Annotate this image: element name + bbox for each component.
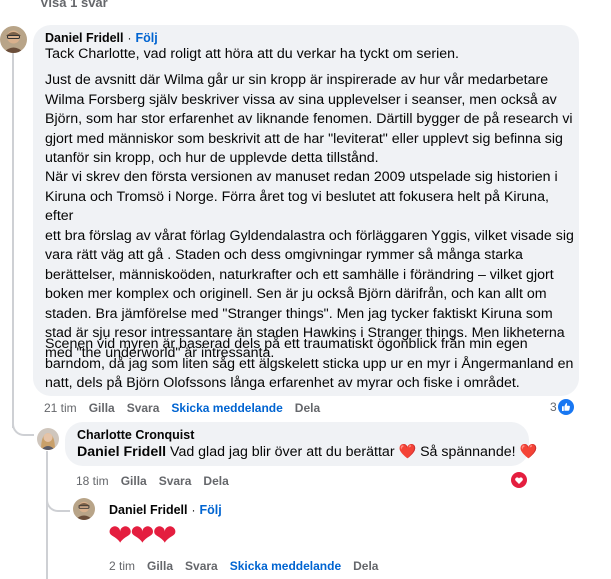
comment-actions: 18 tim Gilla Svara Dela <box>76 474 241 488</box>
like-button[interactable]: Gilla <box>147 559 173 573</box>
avatar-image <box>37 428 59 450</box>
comment-author[interactable]: Daniel Fridell <box>109 503 188 517</box>
comment-paragraph: När vi skrev den första versionen av man… <box>45 169 574 361</box>
comment-timestamp[interactable]: 18 tim <box>76 474 109 488</box>
reaction-count: 3 <box>550 400 557 414</box>
comment-timestamp[interactable]: 2 tim <box>109 559 135 573</box>
avatar-charlotte[interactable] <box>37 428 59 450</box>
share-button[interactable]: Dela <box>295 401 320 415</box>
avatar-image <box>73 498 95 520</box>
comment-bubble-daniel: Daniel Fridell · Följ Tack Charlotte, va… <box>33 25 579 396</box>
comment-author[interactable]: Daniel Fridell <box>45 31 124 45</box>
heart-icon <box>511 472 527 488</box>
reaction-summary[interactable]: 3 <box>550 399 574 415</box>
thread-line-curve <box>12 412 34 436</box>
reply-button[interactable]: Svara <box>185 559 218 573</box>
share-button[interactable]: Dela <box>353 559 378 573</box>
comment-author[interactable]: Charlotte Cronquist <box>77 428 194 442</box>
comment-actions: 2 tim Gilla Svara Skicka meddelande Dela <box>109 559 390 573</box>
avatar-image <box>0 26 27 53</box>
like-reaction-icon <box>557 399 574 415</box>
comment-bubble-charlotte: Charlotte Cronquist Daniel Fridell Vad g… <box>65 422 537 466</box>
share-button[interactable]: Dela <box>203 474 228 488</box>
view-replies-link[interactable]: Visa 1 svar <box>40 0 108 10</box>
send-message-button[interactable]: Skicka meddelande <box>230 559 341 573</box>
comment-text: Vad glad jag blir över att du berättar ❤… <box>166 444 538 460</box>
avatar-daniel-reply[interactable] <box>73 498 95 520</box>
follow-button[interactable]: Följ <box>136 31 158 45</box>
comment-paragraph: Just de avsnitt där Wilma går ur sin kro… <box>45 72 573 166</box>
like-button[interactable]: Gilla <box>89 401 115 415</box>
separator-dot: · <box>127 31 132 45</box>
love-reaction-icon[interactable] <box>511 472 527 493</box>
separator-dot: · <box>191 503 196 517</box>
comment-actions: 21 tim Gilla Svara Skicka meddelande Del… <box>44 401 332 415</box>
thread-line-main <box>12 52 14 428</box>
comment-timestamp[interactable]: 21 tim <box>44 401 77 415</box>
thread-line-sub-curve <box>46 488 70 512</box>
thread-line-sub <box>46 451 48 579</box>
reply-button[interactable]: Svara <box>159 474 192 488</box>
avatar-daniel[interactable] <box>0 26 27 53</box>
mention-link[interactable]: Daniel Fridell <box>77 444 166 460</box>
follow-button[interactable]: Följ <box>200 503 222 517</box>
send-message-button[interactable]: Skicka meddelande <box>171 401 282 415</box>
like-button[interactable]: Gilla <box>121 474 147 488</box>
comment-paragraph: Tack Charlotte, vad roligt att höra att … <box>45 46 459 62</box>
reply-button[interactable]: Svara <box>127 401 160 415</box>
comment-paragraph: Scenen vid myren är baserad dels på ett … <box>45 336 574 391</box>
heart-emoji-reply: ❤❤❤ <box>108 520 177 552</box>
